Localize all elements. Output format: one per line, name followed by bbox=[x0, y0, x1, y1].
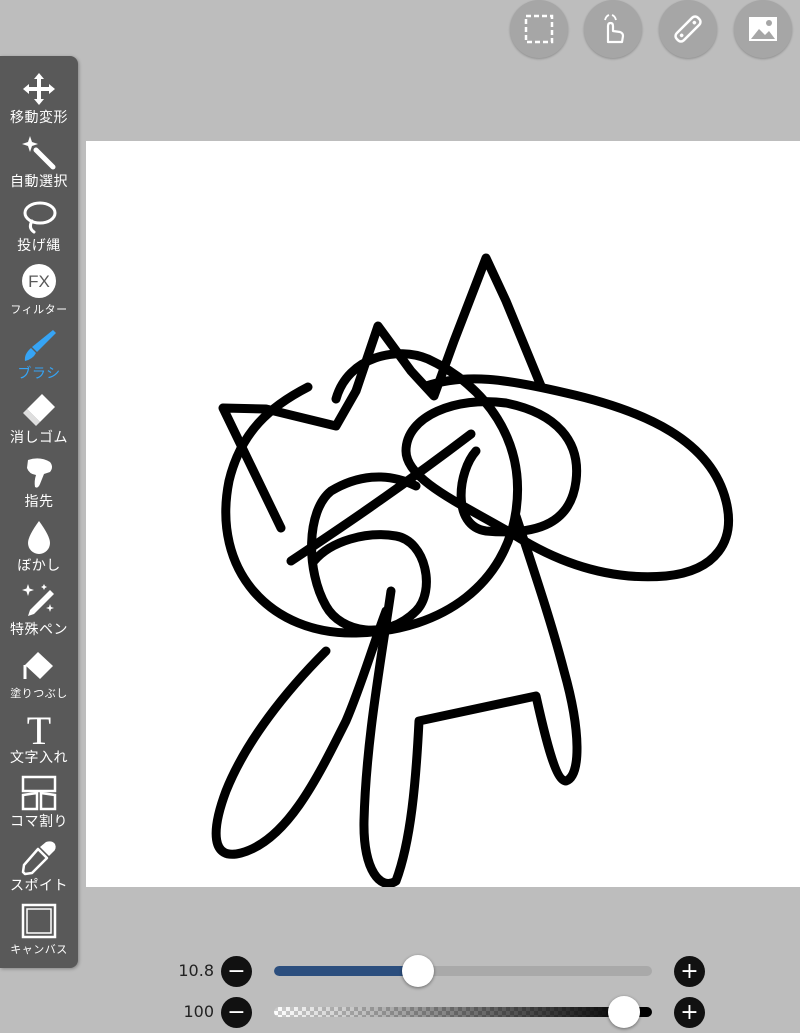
brush-icon bbox=[24, 330, 56, 361]
tool-label: 特殊ペン bbox=[10, 622, 68, 638]
tool-label: コマ割り bbox=[10, 814, 68, 830]
tool-label: 投げ縄 bbox=[17, 238, 61, 254]
selection-rect-icon bbox=[524, 14, 554, 44]
tool-brush[interactable]: ブラシ bbox=[0, 324, 78, 388]
finger-icon bbox=[27, 458, 52, 488]
text-t-icon: T bbox=[27, 710, 51, 748]
brush-size-knob[interactable] bbox=[401, 955, 434, 987]
minus-icon: − bbox=[227, 958, 246, 984]
eyedropper-icon bbox=[21, 841, 56, 876]
ruler-button[interactable] bbox=[659, 0, 717, 58]
tool-label: 指先 bbox=[24, 494, 54, 510]
tool-finger[interactable]: 指先 bbox=[0, 452, 78, 516]
drawing-canvas[interactable] bbox=[86, 141, 800, 887]
tool-text[interactable]: T 文字入れ bbox=[0, 708, 78, 772]
tool-eraser[interactable]: 消しゴム bbox=[0, 388, 78, 452]
tool-special-pen[interactable]: 特殊ペン bbox=[0, 580, 78, 644]
tool-label: 文字入れ bbox=[10, 750, 68, 766]
minus-icon: − bbox=[227, 999, 246, 1025]
sketch-drawing bbox=[211, 253, 733, 887]
ruler-icon bbox=[674, 15, 702, 43]
tool-label: スポイト bbox=[10, 878, 68, 894]
image-icon bbox=[749, 17, 777, 41]
panels-icon bbox=[21, 775, 57, 811]
plus-icon: + bbox=[680, 958, 699, 984]
tool-label: フィルター bbox=[10, 303, 68, 316]
tool-auto-select[interactable]: 自動選択 bbox=[0, 132, 78, 196]
tool-label: ブラシ bbox=[17, 366, 61, 382]
brush-opacity-increase-button[interactable]: + bbox=[674, 997, 705, 1028]
drop-icon bbox=[28, 521, 50, 554]
tool-blur[interactable]: ぼかし bbox=[0, 516, 78, 580]
tool-palette: 移動変形 自動選択 投げ縄 FX フィルター ブラシ 消しゴム 指先 ぼかし 特… bbox=[0, 56, 78, 968]
lasso-icon bbox=[23, 201, 57, 234]
brush-size-value: 10.8 bbox=[178, 961, 214, 980]
tool-filter[interactable]: FX フィルター bbox=[0, 260, 78, 324]
hand-button[interactable] bbox=[584, 0, 642, 58]
tool-label: 移動変形 bbox=[10, 110, 68, 126]
brush-size-track[interactable] bbox=[274, 966, 652, 976]
text-icon-glyph: T bbox=[27, 710, 51, 748]
brush-opacity-value: 100 bbox=[183, 1002, 214, 1021]
brush-opacity-slider: 100 − + bbox=[0, 992, 800, 1032]
tool-lasso[interactable]: 投げ縄 bbox=[0, 196, 78, 260]
fx-icon: FX bbox=[22, 264, 56, 298]
selection-button[interactable] bbox=[510, 0, 568, 58]
brush-size-fill bbox=[274, 966, 411, 976]
canvas-icon bbox=[21, 903, 57, 939]
tool-label: 自動選択 bbox=[10, 174, 68, 190]
tool-eyedropper[interactable]: スポイト bbox=[0, 836, 78, 900]
tool-label: 塗りつぶし bbox=[10, 687, 68, 700]
move-arrows-icon bbox=[23, 73, 55, 105]
brush-size-slider: 10.8 − + bbox=[0, 951, 800, 991]
brush-size-decrease-button[interactable]: − bbox=[221, 956, 252, 987]
image-button[interactable] bbox=[734, 0, 792, 58]
magic-wand-icon bbox=[22, 136, 56, 170]
sparkle-pen-icon bbox=[22, 584, 54, 616]
tool-label: 消しゴム bbox=[10, 430, 68, 446]
bucket-icon bbox=[23, 652, 53, 679]
tool-frame-divide[interactable]: コマ割り bbox=[0, 772, 78, 836]
tool-label: ぼかし bbox=[17, 558, 61, 574]
eraser-icon bbox=[23, 394, 55, 426]
brush-opacity-knob[interactable] bbox=[608, 996, 640, 1028]
brush-opacity-decrease-button[interactable]: − bbox=[221, 997, 252, 1028]
fx-icon-text: FX bbox=[28, 272, 50, 291]
hand-touch-icon bbox=[604, 14, 625, 44]
tool-move-transform[interactable]: 移動変形 bbox=[0, 68, 78, 132]
plus-icon: + bbox=[680, 999, 699, 1025]
brush-size-increase-button[interactable]: + bbox=[674, 956, 705, 987]
brush-opacity-track[interactable] bbox=[274, 1007, 652, 1017]
tool-fill[interactable]: 塗りつぶし bbox=[0, 644, 78, 708]
